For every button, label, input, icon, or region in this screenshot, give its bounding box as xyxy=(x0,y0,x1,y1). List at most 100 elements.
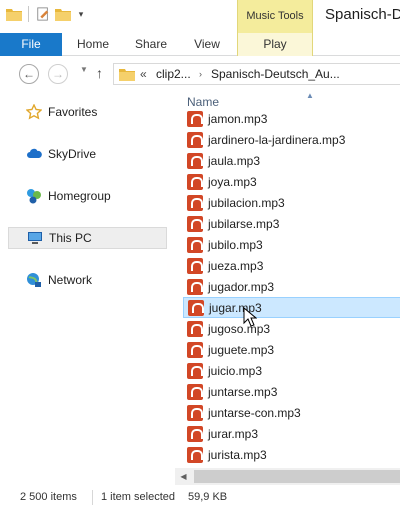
title-bar: ▾ Music Tools Spanisch-D xyxy=(0,0,400,33)
sort-ascending-icon: ▲ xyxy=(306,91,314,100)
audio-file-icon xyxy=(187,341,203,358)
tab-home[interactable]: Home xyxy=(66,33,120,56)
file-list: Name ▲ jamon.mp3 jardinero-la-jardinera.m… xyxy=(175,90,400,484)
file-row[interactable]: jardinero-la-jardinera.mp3 xyxy=(183,129,400,150)
audio-file-icon xyxy=(188,299,204,316)
audio-file-icon xyxy=(187,236,203,253)
properties-icon[interactable] xyxy=(35,7,51,21)
tab-view[interactable]: View xyxy=(180,33,234,56)
folder-icon[interactable] xyxy=(6,7,22,21)
star-icon xyxy=(26,104,42,120)
address-bar[interactable]: « clip2... › Spanisch-Deutsch_Au... xyxy=(113,63,400,85)
sidebar-item-label: SkyDrive xyxy=(48,147,97,161)
sidebar-item-favorites[interactable]: Favorites xyxy=(8,101,167,123)
sidebar-item-this-pc[interactable]: This PC xyxy=(8,227,167,249)
file-row[interactable]: juntarse-con.mp3 xyxy=(183,402,400,423)
tab-share[interactable]: Share xyxy=(124,33,178,56)
ribbon-tabs: File Home Share View Play xyxy=(0,33,400,56)
mouse-cursor-icon xyxy=(243,307,257,327)
file-row[interactable]: jugar.mp3 xyxy=(183,297,400,318)
file-name: jubilarse.mp3 xyxy=(208,216,280,231)
selection-count: 1 item selected xyxy=(101,491,175,503)
scroll-left-arrow-icon[interactable]: ◀ xyxy=(175,468,192,485)
sidebar-item-label: Homegroup xyxy=(48,189,111,203)
overflow-chevron[interactable]: « xyxy=(140,67,147,81)
up-button[interactable]: ↑ xyxy=(96,65,103,81)
file-name: joya.mp3 xyxy=(208,174,257,189)
sidebar-item-label: This PC xyxy=(49,231,92,245)
network-icon xyxy=(27,273,41,287)
item-count: 2 500 items xyxy=(20,491,77,503)
file-row[interactable]: jubilo.mp3 xyxy=(183,234,400,255)
back-button[interactable]: ← xyxy=(19,64,39,84)
file-row[interactable]: jugador.mp3 xyxy=(183,276,400,297)
column-header-name[interactable]: Name xyxy=(187,95,219,109)
folder-icon xyxy=(119,69,135,81)
audio-file-icon xyxy=(187,215,203,232)
recent-locations-chevron-icon[interactable]: ▼ xyxy=(80,65,88,74)
navigation-pane: Favorites SkyDrive Homegroup This PC Net… xyxy=(0,90,175,480)
breadcrumb-clip[interactable]: clip2... xyxy=(156,67,191,81)
tab-play[interactable]: Play xyxy=(237,33,313,56)
address-toolbar: ← → ▼ ↑ « clip2... › Spanisch-Deutsch_Au… xyxy=(0,57,400,90)
file-row[interactable]: juntarse.mp3 xyxy=(183,381,400,402)
window-title: Spanisch-D xyxy=(325,6,400,23)
file-row[interactable]: jubilarse.mp3 xyxy=(183,213,400,234)
audio-file-icon xyxy=(187,173,203,190)
file-row[interactable]: jurar.mp3 xyxy=(183,423,400,444)
audio-file-icon xyxy=(187,131,203,148)
customize-toolbar-chevron-icon[interactable]: ▾ xyxy=(75,6,87,22)
sidebar-item-homegroup[interactable]: Homegroup xyxy=(8,185,167,207)
file-row[interactable]: jueza.mp3 xyxy=(183,255,400,276)
audio-file-icon xyxy=(187,320,203,337)
file-row[interactable]: juicio.mp3 xyxy=(183,360,400,381)
file-name: jurista.mp3 xyxy=(208,447,267,462)
computer-icon xyxy=(28,232,42,244)
audio-file-icon xyxy=(187,446,203,463)
file-row[interactable]: jurista.mp3 xyxy=(183,444,400,465)
file-name: jardinero-la-jardinera.mp3 xyxy=(208,132,346,147)
file-name: jubilo.mp3 xyxy=(208,237,263,252)
file-name: jurar.mp3 xyxy=(208,426,259,441)
breadcrumb-current-folder[interactable]: Spanisch-Deutsch_Au... xyxy=(211,67,340,81)
file-name: jubilacion.mp3 xyxy=(208,195,285,210)
back-arrow-icon: ← xyxy=(23,67,35,81)
file-row[interactable]: jubilacion.mp3 xyxy=(183,192,400,213)
audio-file-icon xyxy=(187,110,203,127)
selection-size: 59,9 KB xyxy=(188,491,228,503)
forward-arrow-icon: → xyxy=(52,67,64,81)
forward-button[interactable]: → xyxy=(48,64,68,84)
audio-file-icon xyxy=(187,194,203,211)
new-folder-icon[interactable] xyxy=(55,7,71,21)
scroll-thumb[interactable] xyxy=(194,470,400,483)
file-name: jugador.mp3 xyxy=(208,279,275,294)
cloud-icon xyxy=(27,148,42,158)
file-row[interactable]: jugoso.mp3 xyxy=(183,318,400,339)
file-name: juntarse.mp3 xyxy=(208,384,278,399)
audio-file-icon xyxy=(187,383,203,400)
file-name: jamon.mp3 xyxy=(208,111,268,126)
homegroup-icon xyxy=(27,189,41,204)
music-tools-context-label: Music Tools xyxy=(237,0,313,33)
file-row[interactable]: jaula.mp3 xyxy=(183,150,400,171)
file-row[interactable]: joya.mp3 xyxy=(183,171,400,192)
sidebar-item-network[interactable]: Network xyxy=(8,269,167,291)
file-name: juicio.mp3 xyxy=(208,363,263,378)
audio-file-icon xyxy=(187,425,203,442)
sidebar-item-label: Network xyxy=(48,273,93,287)
toolbar-separator xyxy=(28,6,29,22)
file-row[interactable]: jamon.mp3 xyxy=(183,108,400,129)
horizontal-scrollbar[interactable]: ◀ xyxy=(175,468,400,485)
audio-file-icon xyxy=(187,257,203,274)
file-name: jugoso.mp3 xyxy=(208,321,271,336)
audio-file-icon xyxy=(187,362,203,379)
quick-access-toolbar: ▾ xyxy=(6,6,87,22)
audio-file-icon xyxy=(187,152,203,169)
up-arrow-icon: ↑ xyxy=(96,65,103,81)
audio-file-icon xyxy=(187,404,203,421)
tab-file[interactable]: File xyxy=(0,33,62,56)
file-row[interactable]: juguete.mp3 xyxy=(183,339,400,360)
breadcrumb-separator-icon[interactable]: › xyxy=(199,69,202,79)
file-name: juntarse-con.mp3 xyxy=(208,405,301,420)
sidebar-item-skydrive[interactable]: SkyDrive xyxy=(8,143,167,165)
